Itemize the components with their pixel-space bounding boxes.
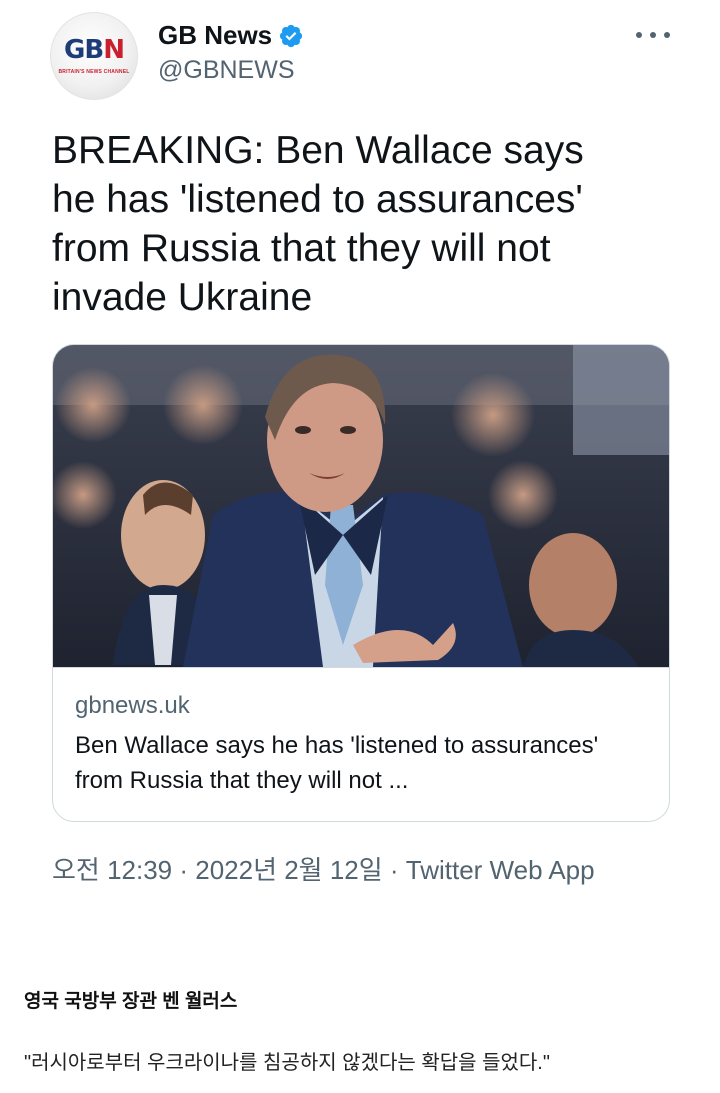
- caption-quote: "러시아로부터 우크라이나를 침공하지 않겠다는 확답을 들었다.": [24, 1052, 550, 1074]
- caption-title: 영국 국방부 장관 벤 월러스: [24, 991, 238, 1012]
- verified-badge-icon: [280, 24, 303, 47]
- avatar[interactable]: GBN BRITAIN'S NEWS CHANNEL: [50, 12, 138, 100]
- card-domain[interactable]: gbnews.uk: [75, 692, 190, 720]
- author-row: GB News: [158, 20, 304, 51]
- logo-subtitle: BRITAIN'S NEWS CHANNEL: [58, 69, 130, 75]
- card-photo: [53, 345, 669, 667]
- author-handle[interactable]: @GBNEWS: [158, 56, 295, 85]
- card-meta: gbnews.uk Ben Wallace says he has 'liste…: [53, 667, 669, 794]
- tweet-timestamp[interactable]: 오전 12:39 · 2022년 2월 12일 · Twitter Web Ap…: [52, 850, 595, 887]
- display-name[interactable]: GB News: [158, 20, 272, 51]
- card-title[interactable]: Ben Wallace says he has 'listened to ass…: [75, 728, 650, 798]
- timestamp-text[interactable]: 오전 12:39 · 2022년 2월 12일 ·: [52, 855, 406, 885]
- gb-news-logo: GBN: [64, 35, 125, 65]
- more-options-icon[interactable]: [636, 22, 670, 48]
- link-card[interactable]: gbnews.uk Ben Wallace says he has 'liste…: [52, 344, 670, 822]
- tweet-source[interactable]: Twitter Web App: [406, 855, 595, 885]
- card-image[interactable]: [53, 345, 669, 667]
- tweet-text: BREAKING: Ben Wallace says he has 'liste…: [52, 129, 584, 319]
